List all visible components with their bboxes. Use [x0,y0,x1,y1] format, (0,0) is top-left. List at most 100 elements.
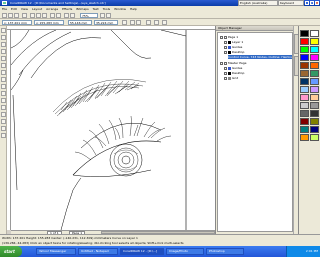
tree-item-desktop[interactable]: Desktop [224,50,244,54]
nose-line [60,177,82,230]
mirror-horizontal-icon[interactable] [130,20,135,25]
task-notepad[interactable]: Untitled - Notepad [78,248,118,255]
hair-curve [110,30,152,59]
fill-tool-icon[interactable] [1,126,6,131]
export-icon[interactable] [70,13,75,18]
task-photoshop[interactable]: Photoshop [206,248,244,255]
open-icon[interactable] [8,13,13,18]
palette-swatch[interactable] [300,46,309,53]
palette-swatch[interactable] [300,62,309,69]
close-curve-icon[interactable] [162,20,167,25]
object-manager-docker: Object Manager Page 1 Layer 1 Guides Des… [215,26,294,234]
toolbox [0,26,7,234]
palette-swatch[interactable] [310,54,319,61]
palette-swatch[interactable] [310,78,319,85]
corel-online-icon[interactable] [106,13,111,18]
redo-icon[interactable] [56,13,61,18]
tree-item-grid[interactable]: Grid [224,76,238,80]
hair-curve [18,31,72,76]
start-button[interactable]: start [0,246,22,257]
hair-curve [11,69,24,91]
print-icon[interactable] [22,13,27,18]
tree-item-master-desktop[interactable]: Desktop [224,71,244,75]
task-yahoo-messenger[interactable]: Yahoo! Messenger [36,248,76,255]
zoom-tool-icon[interactable] [1,49,6,54]
new-icon[interactable] [2,13,7,18]
app-icon[interactable] [2,1,7,5]
lock-ratio-icon[interactable] [122,20,127,25]
palette-swatch[interactable] [300,134,309,141]
copy-icon[interactable] [36,13,41,18]
tree-item-guides[interactable]: Guides [224,45,242,49]
task-image-photo[interactable]: Image/Photo [166,248,204,255]
ellipse-tool-icon[interactable] [1,77,6,82]
import-icon[interactable] [64,13,69,18]
palette-swatch[interactable] [300,94,309,101]
application-launcher-icon[interactable] [100,13,105,18]
paste-icon[interactable] [42,13,47,18]
pick-tool-icon[interactable] [1,28,6,33]
pupil [121,155,131,165]
x-position-field[interactable]: x: 137.201 mm [2,20,32,25]
palette-swatch[interactable] [300,102,309,109]
palette-swatch[interactable] [310,62,319,69]
zoom-level-select[interactable]: 75% [80,13,98,18]
palette-swatch[interactable] [300,30,309,37]
cut-icon[interactable] [30,13,35,18]
drawing-canvas[interactable] [11,30,215,230]
palette-swatch[interactable] [300,38,309,45]
tree-item-control-curve[interactable]: Control Curve, 743 Nodes, Outline: Hairl… [228,55,292,59]
palette-swatch[interactable] [310,94,319,101]
palette-swatch[interactable] [310,30,319,37]
save-icon[interactable] [14,13,19,18]
outline-width-icon[interactable] [146,20,151,25]
palette-swatch[interactable] [310,38,319,45]
minimize-button[interactable]: _ [305,1,309,5]
crop-tool-icon[interactable] [1,42,6,47]
close-button[interactable]: x [315,1,319,5]
palette-swatch[interactable] [310,126,319,133]
width-field[interactable]: 55.146 mm [68,20,92,25]
palette-swatch[interactable] [300,70,309,77]
task-coreldraw[interactable]: CorelDRAW 12 - [D:\...] [120,248,164,255]
palette-swatch[interactable] [300,54,309,61]
shape-tool-icon[interactable] [1,35,6,40]
maximize-button[interactable]: □ [310,1,314,5]
interactive-fill-tool-icon[interactable] [1,133,6,138]
iris-inner [113,147,139,173]
tree-item-master-guides[interactable]: Guides [224,66,242,70]
basic-shapes-tool-icon[interactable] [1,91,6,96]
system-tray: 2:01 PM [286,246,320,257]
text-tool-icon[interactable] [1,98,6,103]
palette-swatch[interactable] [310,102,319,109]
y-position-field[interactable]: y: 155.283 mm [34,20,64,25]
palette-swatch[interactable] [310,134,319,141]
palette-swatch[interactable] [310,70,319,77]
height-field[interactable]: 35.224 mm [94,20,118,25]
polygon-tool-icon[interactable] [1,84,6,89]
outline-tool-icon[interactable] [1,119,6,124]
palette-swatch[interactable] [300,126,309,133]
tree-item-master-page[interactable]: Master Page [220,61,246,65]
interactive-blend-tool-icon[interactable] [1,105,6,110]
face-outline [12,94,18,191]
palette-swatch[interactable] [310,46,319,53]
tree-item-page[interactable]: Page 1 [220,35,238,39]
docker-title: Object Manager [216,26,294,31]
rectangle-tool-icon[interactable] [1,70,6,75]
palette-swatch[interactable] [310,118,319,125]
palette-swatch[interactable] [310,110,319,117]
palette-swatch[interactable] [310,86,319,93]
eyedropper-tool-icon[interactable] [1,112,6,117]
palette-swatch[interactable] [300,86,309,93]
palette-swatch[interactable] [300,78,309,85]
line-style-icon[interactable] [154,20,159,25]
iris [109,143,143,177]
mirror-vertical-icon[interactable] [136,20,141,25]
freehand-tool-icon[interactable] [1,56,6,61]
undo-icon[interactable] [50,13,55,18]
palette-swatch[interactable] [300,118,309,125]
smart-fill-tool-icon[interactable] [1,63,6,68]
palette-swatch[interactable] [300,110,309,117]
tree-item-layer[interactable]: Layer 1 [224,40,243,44]
